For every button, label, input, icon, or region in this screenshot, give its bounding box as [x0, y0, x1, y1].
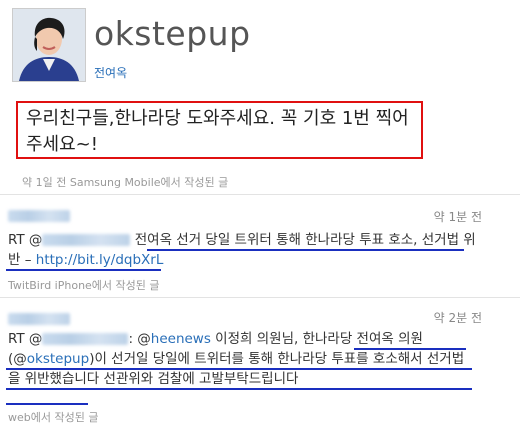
blurred-username[interactable]: [8, 210, 70, 222]
divider: [0, 194, 520, 195]
reply-1-meta: TwitBird iPhone에서 작성된 글: [8, 279, 160, 292]
mention-link[interactable]: heenews: [151, 331, 211, 347]
reply-2-meta: web에서 작성된 글: [8, 411, 99, 424]
rt-prefix: RT @: [8, 232, 43, 248]
blurred-username[interactable]: [8, 313, 70, 325]
main-tweet-content: 우리친구들,한나라당 도와주세요. 꼭 기호 1번 찍어주세요~!: [26, 108, 409, 155]
underline-mark: [354, 348, 466, 350]
underline-mark: [6, 368, 472, 370]
profile-photo-icon: [13, 9, 85, 81]
rt-prefix: RT @: [8, 331, 43, 347]
avatar[interactable]: [12, 8, 86, 82]
reply-1-time[interactable]: 약 1분 전: [434, 208, 482, 225]
underline-mark: [147, 249, 464, 251]
reply-2-text: RT @: @heenews 이정희 의원님, 한나라당 전여옥 의원(@oks…: [8, 329, 474, 389]
main-tweet-meta: 약 1일 전 Samsung Mobile에서 작성된 글: [22, 176, 229, 189]
reply-2-time[interactable]: 약 2분 전: [434, 309, 482, 326]
underline-mark: [6, 269, 161, 271]
main-tweet-text: 우리친구들,한나라당 도와주세요. 꼭 기호 1번 찍어주세요~!: [16, 101, 423, 159]
underline-mark: [6, 388, 472, 390]
reply-1-link[interactable]: http://bit.ly/dqbXrL: [36, 252, 164, 268]
underline-mark: [6, 403, 88, 405]
profile-handle[interactable]: okstepup: [94, 14, 251, 54]
divider: [0, 297, 520, 298]
mention-link[interactable]: okstepup: [27, 351, 89, 367]
blurred-mention[interactable]: [42, 234, 131, 246]
profile-realname[interactable]: 전여옥: [94, 64, 127, 81]
mention-prefix: : @: [128, 331, 151, 347]
blurred-mention[interactable]: [42, 333, 129, 345]
